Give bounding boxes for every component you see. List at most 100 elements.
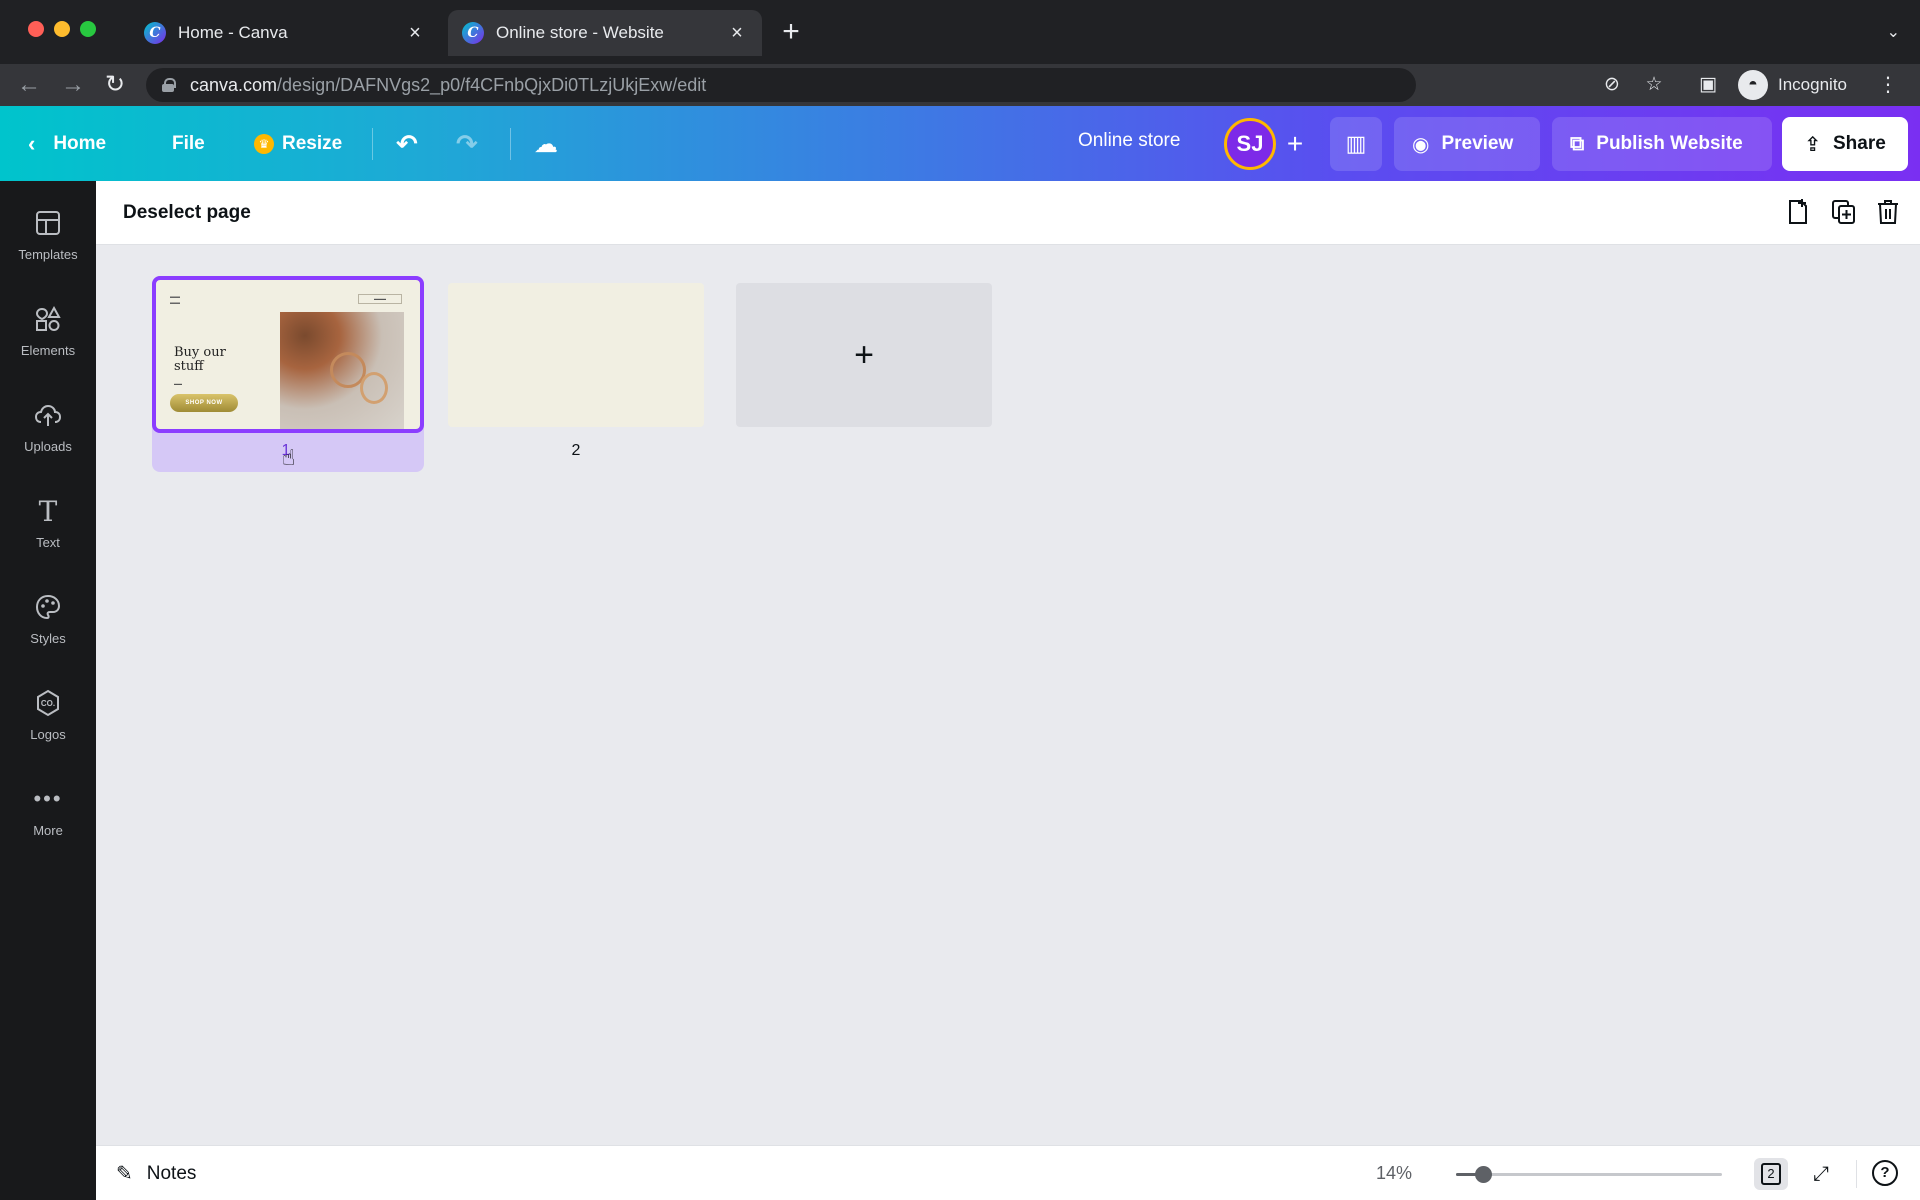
new-tab-button[interactable]: + <box>776 17 806 48</box>
back-arrow-icon[interactable]: ← <box>14 70 44 100</box>
help-icon[interactable]: ? <box>1872 1160 1898 1186</box>
cloud-save-status[interactable]: ☁ <box>534 126 558 162</box>
thumbnail-nav-box: ▬▬▬ <box>358 294 402 304</box>
notes-label: Notes <box>146 1162 197 1184</box>
sidebar-item-templates[interactable]: Templates <box>0 203 96 283</box>
thumbnail-shop-button: SHOP NOW <box>170 394 238 412</box>
tab-title: Home - Canva <box>178 23 288 42</box>
more-icon: ••• <box>33 786 63 811</box>
zoom-slider-thumb[interactable] <box>1474 1166 1492 1183</box>
browser-tab-home[interactable]: C Home - Canva × <box>130 10 440 56</box>
page-thumbnail-2[interactable] <box>448 283 704 427</box>
deselect-page-button[interactable]: Deselect page <box>123 202 251 224</box>
plus-icon: + <box>854 335 874 374</box>
undo-button[interactable]: ↶ <box>396 126 418 162</box>
tab-close-icon[interactable]: × <box>404 22 426 45</box>
incognito-profile-button[interactable]: ◓ Incognito <box>1738 69 1847 101</box>
preview-button[interactable]: ◉ Preview <box>1394 117 1540 171</box>
file-menu-button[interactable]: File <box>172 126 205 162</box>
page-toolbar: Deselect page <box>96 181 1920 245</box>
header-divider <box>510 128 511 160</box>
styles-icon <box>32 591 64 623</box>
redo-icon: ↷ <box>456 128 478 159</box>
text-icon: T <box>38 494 58 528</box>
canva-favicon-icon: C <box>144 22 166 44</box>
zoom-slider[interactable] <box>1456 1166 1722 1183</box>
notes-button[interactable]: ✎ Notes <box>116 1161 196 1186</box>
home-button[interactable]: ‹ Home <box>28 126 106 162</box>
share-button[interactable]: ⇪ Share <box>1782 117 1908 171</box>
thumbnail-headline: Buy our stuff <box>174 345 226 374</box>
add-collaborator-button[interactable]: + <box>1280 126 1310 162</box>
url-field[interactable]: canva.com/design/DAFNVgs2_p0/f4CFnbQjxDi… <box>146 68 1416 102</box>
sidebar-item-logos[interactable]: CO. Logos <box>0 683 96 763</box>
design-title[interactable]: Online store <box>1078 130 1180 152</box>
eye-icon: ◉ <box>1412 133 1430 156</box>
side-panel-icon[interactable]: ▣ <box>1696 73 1720 97</box>
tab-title: Online store - Website <box>496 23 664 42</box>
publish-website-button[interactable]: ⧉ Publish Website <box>1552 117 1772 171</box>
undo-icon: ↶ <box>396 128 418 159</box>
tab-search-chevron-icon[interactable]: ⌄ <box>1887 22 1900 42</box>
sidebar-item-label: Templates <box>18 247 78 262</box>
svg-text:CO.: CO. <box>41 699 55 708</box>
file-label: File <box>172 133 205 154</box>
reload-icon[interactable]: ↻ <box>100 70 130 100</box>
sidebar-item-label: More <box>33 823 63 838</box>
url-path: /design/DAFNVgs2_p0/f4CFnbQjxDi0TLzjUkjE… <box>277 74 707 95</box>
url-domain: canva.com <box>190 74 278 95</box>
window-close-button[interactable] <box>28 21 44 37</box>
cloud-check-icon: ☁ <box>534 130 558 158</box>
redo-button[interactable]: ↷ <box>456 126 478 162</box>
insights-button[interactable]: ▥ <box>1330 117 1382 171</box>
browser-tab-online-store[interactable]: C Online store - Website × <box>448 10 762 56</box>
window-minimize-button[interactable] <box>54 21 70 37</box>
chevron-left-icon: ‹ <box>28 131 36 156</box>
incognito-label: Incognito <box>1778 75 1847 94</box>
preview-label: Preview <box>1441 133 1514 154</box>
page-grid-canvas: ▬▬ ▬▬ ▬▬▬ Buy our stuff ▬▬ SHOP NOW 1 ☝ 2… <box>96 245 1920 1145</box>
sidebar-item-styles[interactable]: Styles <box>0 587 96 667</box>
sidebar-item-more[interactable]: ••• More <box>0 779 96 859</box>
lock-icon <box>162 78 176 92</box>
sidebar-item-elements[interactable]: Elements <box>0 299 96 379</box>
tab-close-icon[interactable]: × <box>726 22 748 45</box>
templates-icon <box>32 207 64 239</box>
zoom-percentage[interactable]: 14% <box>1376 1163 1412 1184</box>
publish-icon: ⧉ <box>1570 132 1585 155</box>
forward-arrow-icon[interactable]: → <box>58 70 88 100</box>
resize-label: Resize <box>282 133 343 154</box>
page-thumbnail-1[interactable]: ▬▬ ▬▬ ▬▬▬ Buy our stuff ▬▬ SHOP NOW <box>152 276 424 433</box>
thumbnail-jewelry-photo <box>280 312 404 429</box>
add-page-button[interactable]: + <box>736 283 992 427</box>
sidebar-item-uploads[interactable]: Uploads <box>0 395 96 475</box>
browser-menu-icon[interactable]: ⋮ <box>1878 72 1898 97</box>
header-divider <box>372 128 373 160</box>
logos-icon: CO. <box>32 687 64 719</box>
resize-button[interactable]: ♛ Resize <box>254 126 342 162</box>
fullscreen-icon[interactable]: ⤢ <box>1804 1158 1838 1190</box>
bookmark-star-icon[interactable]: ☆ <box>1642 73 1666 97</box>
browser-address-bar: ← → ↻ canva.com/design/DAFNVgs2_p0/f4CFn… <box>0 64 1920 106</box>
editor-footer: ✎ Notes 14% 2 ⤢ ? <box>96 1145 1920 1200</box>
share-label: Share <box>1832 133 1886 154</box>
eye-slash-icon[interactable]: ⊘ <box>1600 73 1624 97</box>
trash-icon[interactable] <box>1874 199 1902 227</box>
sidebar-item-label: Text <box>36 535 60 550</box>
duplicate-page-icon[interactable] <box>1830 199 1858 227</box>
canva-favicon-icon: C <box>462 22 484 44</box>
sidebar-item-text[interactable]: T Text <box>0 491 96 571</box>
editor-header: ‹ Home File ♛ Resize ↶ ↷ ☁ Online store … <box>0 106 1920 181</box>
side-panel: Templates Elements Uploads T Text Styles… <box>0 181 96 1200</box>
thumbnail-subtext: ▬▬ <box>174 381 182 386</box>
window-maximize-button[interactable] <box>80 21 96 37</box>
avatar[interactable]: SJ <box>1224 118 1276 170</box>
uploads-icon <box>32 399 64 431</box>
browser-tab-bar: C Home - Canva × C Online store - Websit… <box>0 0 1920 64</box>
sidebar-item-label: Elements <box>20 343 76 358</box>
page-number-2[interactable]: 2 <box>556 442 596 460</box>
add-page-icon[interactable] <box>1784 199 1812 227</box>
incognito-icon: ◓ <box>1738 70 1768 100</box>
page-count-value: 2 <box>1761 1163 1781 1185</box>
page-count-button[interactable]: 2 <box>1754 1158 1788 1190</box>
